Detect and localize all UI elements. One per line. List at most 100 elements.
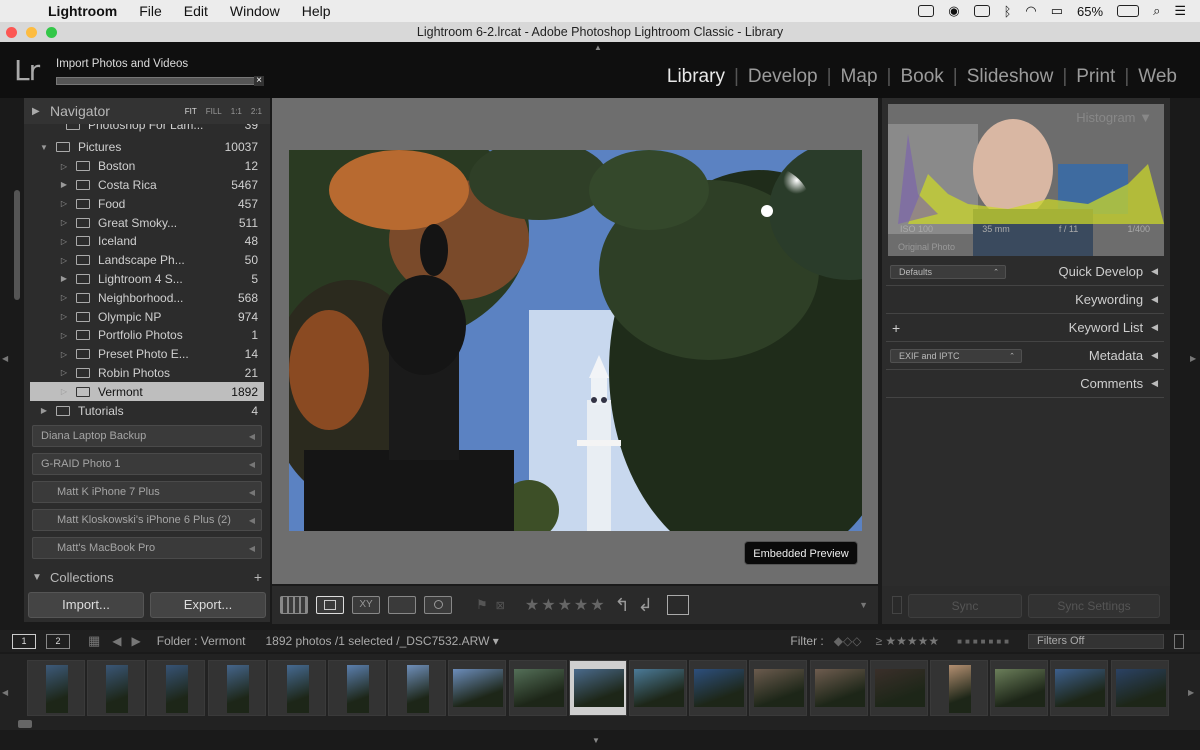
expand-triangle-icon[interactable]: ▷ (58, 237, 70, 246)
menu-file[interactable]: File (139, 3, 162, 19)
filmstrip-thumbnail[interactable] (809, 660, 868, 716)
module-web[interactable]: Web (1129, 66, 1186, 88)
folder-row-6[interactable]: ▶ Lightroom 4 S... 5 (30, 270, 264, 289)
compare-view-icon[interactable]: XY (352, 596, 380, 614)
color-label-filter[interactable]: ■■■■■■■ (957, 637, 1012, 646)
reject-flag-icon[interactable]: ⊠ (496, 599, 505, 612)
spotlight-search-icon[interactable]: ⌕ (1153, 3, 1160, 19)
filmstrip-thumbnail[interactable] (508, 660, 567, 716)
forward-arrow-icon[interactable]: ▶ (132, 634, 141, 648)
add-keyword-button[interactable]: + (892, 320, 900, 336)
collections-header[interactable]: ▼ Collections + (24, 568, 270, 586)
comments-header[interactable]: Comments ◀ (886, 370, 1164, 398)
filmstrip-left-icon[interactable]: ◀ (2, 688, 8, 697)
expand-triangle-icon[interactable]: ▷ (58, 218, 70, 227)
zoom-2-1[interactable]: 2:1 (251, 107, 262, 116)
folder-row-2[interactable]: ▷ Food 457 (30, 194, 264, 213)
volume-iphone-7[interactable]: Matt K iPhone 7 Plus ◀ (32, 481, 262, 503)
filmstrip-thumbnail[interactable] (27, 660, 85, 716)
folder-row-4[interactable]: ▷ Iceland 48 (30, 232, 264, 251)
menu-edit[interactable]: Edit (184, 3, 208, 19)
zoom-window-button[interactable] (46, 27, 57, 38)
zoom-fill[interactable]: FILL (206, 107, 222, 116)
grid-view-icon[interactable] (280, 596, 308, 614)
filmstrip-thumbnail[interactable] (629, 660, 687, 716)
main-photo[interactable] (289, 150, 862, 531)
filmstrip-thumbnail[interactable] (87, 660, 146, 716)
filmstrip-thumbnail[interactable] (869, 660, 928, 716)
collapse-triangle-icon[interactable]: ◀ (249, 432, 255, 441)
close-window-button[interactable] (6, 27, 17, 38)
module-library[interactable]: Library (658, 66, 734, 88)
filters-preset-select[interactable]: Filters Off (1028, 633, 1164, 649)
cancel-task-button[interactable]: × (254, 76, 264, 86)
filmstrip-thumbnail[interactable] (147, 660, 206, 716)
rating-filter-stars[interactable]: ≥ ★★★★★ (875, 634, 939, 648)
expand-triangle-icon[interactable]: ▷ (58, 387, 70, 396)
collapse-triangle-icon[interactable]: ◀ (1151, 350, 1158, 361)
folder-row-10[interactable]: ▷ Preset Photo E... 14 (30, 345, 264, 364)
volume-diana-laptop-backup[interactable]: Diana Laptop Backup ◀ (32, 425, 262, 447)
volume-macbook-pro[interactable]: Matt's MacBook Pro ◀ (32, 537, 262, 559)
keywording-header[interactable]: Keywording ◀ (886, 286, 1164, 314)
expand-triangle-icon[interactable]: ▶ (38, 406, 50, 415)
back-arrow-icon[interactable]: ◀ (112, 634, 121, 648)
original-photo-label[interactable]: Original Photo (898, 242, 955, 252)
expand-triangle-icon[interactable]: ▷ (58, 350, 70, 359)
menu-help[interactable]: Help (302, 3, 331, 19)
import-button[interactable]: Import... (28, 592, 144, 618)
collapse-triangle-icon[interactable]: ◀ (1151, 266, 1158, 277)
crop-icon[interactable] (666, 595, 689, 615)
module-print[interactable]: Print (1067, 66, 1124, 88)
module-develop[interactable]: Develop (739, 66, 827, 88)
toolbar-menu-icon[interactable]: ▼ (859, 600, 868, 610)
navigator-header[interactable]: ▶ Navigator FIT FILL 1:1 2:1 (24, 98, 270, 124)
notification-center-icon[interactable]: ☰ (1174, 3, 1186, 19)
folder-row-7[interactable]: ▷ Neighborhood... 568 (30, 288, 264, 307)
second-window-button[interactable]: 2 (46, 633, 70, 649)
metadata-header[interactable]: EXIF and IPTC Metadata ◀ (886, 342, 1164, 370)
filmstrip-thumbnail[interactable] (388, 660, 447, 716)
expand-triangle-icon[interactable]: ▷ (58, 368, 70, 377)
rotate-right-icon[interactable]: ↲ (638, 595, 653, 616)
menu-lightroom[interactable]: Lightroom (48, 3, 117, 19)
expand-triangle-icon[interactable]: ▷ (58, 331, 70, 340)
folder-row[interactable]: Photoshop For Lam... 39 (30, 124, 264, 132)
screen-record-icon[interactable] (918, 5, 935, 17)
volume-g-raid[interactable]: G-RAID Photo 1 ◀ (32, 453, 262, 475)
export-button[interactable]: Export... (150, 592, 266, 618)
expand-triangle-icon[interactable]: ▼ (32, 572, 50, 583)
auto-sync-switch[interactable] (892, 596, 902, 614)
expand-triangle-icon[interactable]: ▷ (58, 162, 70, 171)
folder-row-8[interactable]: ▷ Olympic NP 974 (30, 307, 264, 326)
expand-triangle-icon[interactable]: ▷ (58, 256, 70, 265)
collapse-triangle-icon[interactable]: ◀ (1151, 322, 1158, 333)
source-path[interactable]: Folder : Vermont (157, 634, 246, 648)
filmstrip-thumbnail[interactable] (568, 660, 627, 716)
filmstrip-right-icon[interactable]: ▶ (1188, 688, 1194, 697)
module-book[interactable]: Book (891, 66, 952, 88)
filmstrip-thumbnail[interactable] (1110, 660, 1169, 716)
collapse-triangle-icon[interactable]: ◀ (249, 516, 255, 525)
add-collection-button[interactable]: + (254, 569, 262, 585)
metadata-set-select[interactable]: EXIF and IPTC (890, 348, 1022, 363)
volume-iphone-6[interactable]: Matt Kloskowski's iPhone 6 Plus (2) ◀ (32, 509, 262, 531)
collapse-triangle-icon[interactable]: ◀ (1151, 378, 1158, 389)
filmstrip-thumbnail[interactable] (207, 660, 266, 716)
minimize-window-button[interactable] (26, 27, 37, 38)
zoom-fit[interactable]: FIT (185, 107, 197, 116)
folder-row-tutorials[interactable]: ▶ Tutorials 4 (30, 401, 264, 420)
bottom-panel-toggle-icon[interactable]: ▼ (592, 736, 600, 745)
folder-row-9[interactable]: ▷ Portfolio Photos 1 (30, 326, 264, 345)
folder-row-1[interactable]: ▶ Costa Rica 5467 (30, 176, 264, 195)
expand-triangle-icon[interactable]: ▷ (58, 199, 70, 208)
filmstrip-thumbnail[interactable] (328, 660, 386, 716)
filter-lock-icon[interactable] (1174, 633, 1184, 649)
flag-icon[interactable]: ⚑ (476, 597, 488, 613)
left-panel-toggle-icon[interactable]: ◀ (2, 354, 8, 363)
wifi-icon[interactable]: ◠ (1025, 3, 1036, 19)
filmstrip-scrollbar[interactable] (18, 720, 32, 728)
filmstrip-thumbnail[interactable] (930, 660, 988, 716)
people-view-icon[interactable] (424, 596, 452, 614)
rating-stars[interactable]: ★★★★★ (525, 595, 607, 615)
